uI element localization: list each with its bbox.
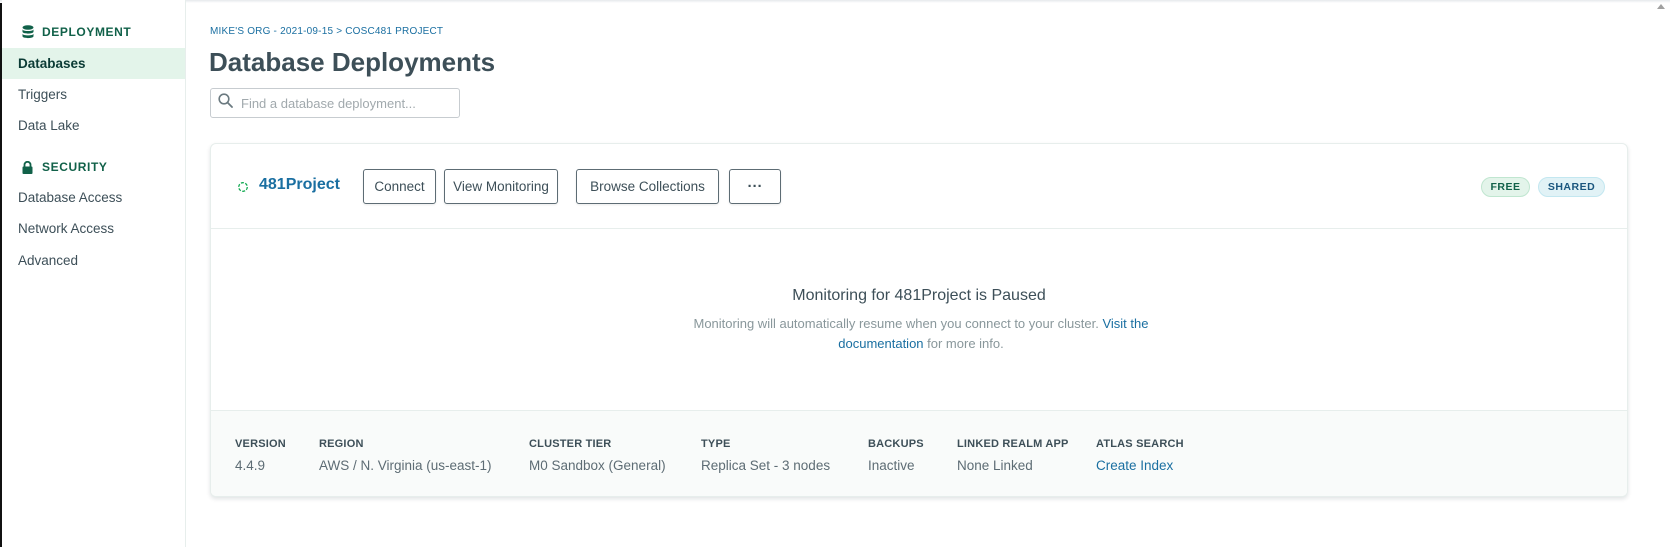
- monitoring-desc-suffix: for more info.: [923, 336, 1004, 351]
- security-section-header: SECURITY: [2, 157, 107, 177]
- detail-cluster-tier: CLUSTER TIER M0 Sandbox (General): [529, 438, 666, 473]
- sidebar-item-databases[interactable]: Databases: [2, 48, 185, 79]
- top-shadow: [0, 0, 1670, 3]
- connect-button[interactable]: Connect: [363, 169, 436, 204]
- detail-label: BACKUPS: [868, 438, 924, 450]
- monitoring-paused-title: Monitoring for 481Project is Paused: [792, 287, 1046, 304]
- detail-backups: BACKUPS Inactive: [868, 438, 924, 473]
- monitoring-desc-text: Monitoring will automatically resume whe…: [693, 316, 1103, 331]
- monitoring-paused-description: Monitoring will automatically resume whe…: [691, 314, 1151, 354]
- sidebar-item-triggers[interactable]: Triggers: [2, 79, 185, 110]
- detail-value: Replica Set - 3 nodes: [701, 458, 831, 473]
- deployment-header-label: DEPLOYMENT: [42, 25, 132, 39]
- detail-value: 4.4.9: [235, 458, 266, 473]
- detail-label: LINKED REALM APP: [957, 438, 1069, 450]
- detail-value: None Linked: [957, 458, 1033, 473]
- cluster-name-link[interactable]: 481Project: [259, 176, 340, 194]
- shared-badge: SHARED: [1538, 177, 1605, 197]
- cluster-details-footer: VERSION 4.4.9 REGION AWS / N. Virginia (…: [211, 410, 1627, 496]
- cluster-card-header: 481Project Connect View Monitoring Brows…: [211, 144, 1627, 229]
- detail-label: REGION: [319, 438, 364, 450]
- detail-label: ATLAS SEARCH: [1096, 438, 1184, 450]
- search-icon: [218, 93, 233, 113]
- detail-label: VERSION: [235, 438, 286, 450]
- detail-version: VERSION 4.4.9: [235, 438, 286, 473]
- view-monitoring-button[interactable]: View Monitoring: [444, 169, 558, 204]
- detail-label: CLUSTER TIER: [529, 438, 612, 450]
- detail-type: TYPE Replica Set - 3 nodes: [701, 438, 830, 473]
- sidebar: DEPLOYMENT Databases Triggers Data Lake …: [2, 0, 186, 547]
- lock-icon: [21, 160, 34, 174]
- cluster-card: 481Project Connect View Monitoring Brows…: [210, 143, 1628, 497]
- sidebar-item-database-access[interactable]: Database Access: [2, 182, 185, 213]
- sidebar-item-data-lake[interactable]: Data Lake: [2, 110, 185, 141]
- scroll-up-arrow-icon[interactable]: [1657, 4, 1665, 9]
- detail-linked-realm-app: LINKED REALM APP None Linked: [957, 438, 1069, 473]
- detail-region: REGION AWS / N. Virginia (us-east-1): [319, 438, 492, 473]
- detail-value: Inactive: [868, 458, 915, 473]
- detail-atlas-search: ATLAS SEARCH Create Index: [1096, 438, 1184, 473]
- page-title: Database Deployments: [209, 47, 496, 77]
- browse-collections-button[interactable]: Browse Collections: [576, 169, 719, 204]
- more-options-button[interactable]: ···: [729, 169, 781, 204]
- free-badge: FREE: [1481, 177, 1530, 197]
- search-box[interactable]: [210, 88, 460, 118]
- database-icon: [21, 25, 34, 39]
- deployment-section-header: DEPLOYMENT: [2, 22, 131, 42]
- create-index-link[interactable]: Create Index: [1096, 458, 1184, 473]
- sidebar-item-advanced[interactable]: Advanced: [2, 245, 185, 276]
- detail-value: M0 Sandbox (General): [529, 458, 666, 473]
- sidebar-item-network-access[interactable]: Network Access: [2, 213, 185, 244]
- cluster-status-icon: [237, 180, 249, 192]
- search-input[interactable]: [241, 95, 451, 111]
- security-header-label: SECURITY: [42, 160, 108, 174]
- detail-value: AWS / N. Virginia (us-east-1): [319, 458, 492, 473]
- detail-label: TYPE: [701, 438, 731, 450]
- breadcrumb[interactable]: MIKE'S ORG - 2021-09-15 > COSC481 PROJEC…: [210, 26, 443, 37]
